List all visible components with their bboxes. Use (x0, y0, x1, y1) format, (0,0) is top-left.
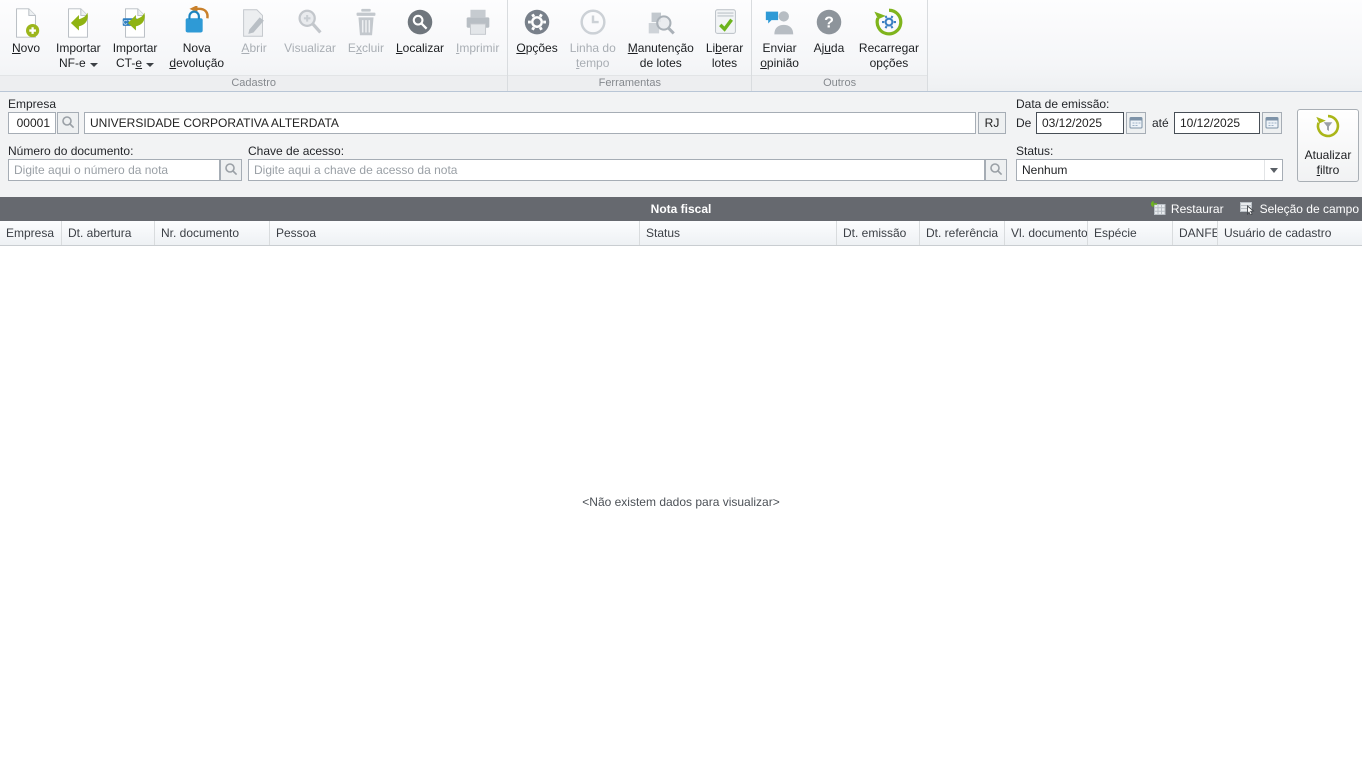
grid-header-usuario-cadastro[interactable]: Usuário de cadastro (1218, 221, 1362, 245)
ribbon-group-ferramentas: Opções Linha do tempo Manutenção de lote… (508, 0, 753, 91)
ribbon-caption-ferramentas: Ferramentas (508, 75, 752, 91)
help-icon: ? (811, 5, 847, 41)
find-icon (402, 5, 438, 41)
importar-cte-button[interactable]: CT-e ImportarCT-e (107, 2, 164, 73)
batch-maintenance-icon (643, 5, 679, 41)
ribbon-caption-outros: Outros (752, 75, 927, 91)
ribbon-toolbar: Novo Importar NF-e Importar CT-e Nova de… (0, 0, 1362, 92)
novo-button[interactable]: Novo (2, 2, 50, 73)
grid-header-status[interactable]: Status (640, 221, 837, 245)
calendar-icon (1129, 115, 1143, 132)
recarregar-opcoes-button[interactable]: Recarregar opções (853, 2, 925, 73)
abrir-button: Abrir (230, 2, 278, 73)
grid-header-dt-abertura[interactable]: Dt. abertura (62, 221, 155, 245)
grid-header-row: Empresa Dt. abertura Nr. documento Pesso… (0, 221, 1362, 246)
status-value: Nenhum (1022, 163, 1068, 177)
dropdown-caret-icon (89, 63, 98, 67)
numero-documento-label: Número do documento: (8, 144, 134, 158)
status-label: Status: (1016, 144, 1054, 158)
filter-panel: Empresa UNIVERSIDADE CORPORATIVA ALTERDA… (0, 92, 1362, 197)
ribbon-group-outros: Enviar opinião ? Ajuda Recarregar opções… (752, 0, 928, 91)
return-bag-icon (179, 5, 215, 41)
trash-icon (348, 5, 384, 41)
empty-data-message: <Não existem dados para visualizar> (582, 494, 780, 509)
chave-acesso-input[interactable] (248, 159, 985, 181)
dropdown-caret-icon (146, 63, 155, 67)
linha-do-tempo-button: Linha do tempo (564, 2, 622, 73)
printer-icon (460, 5, 496, 41)
chevron-down-icon (1269, 167, 1278, 173)
grid-header-especie[interactable]: Espécie (1088, 221, 1173, 245)
opcoes-button[interactable]: Opções (510, 2, 563, 73)
date-from-input[interactable] (1036, 112, 1124, 134)
options-gear-icon (519, 5, 555, 41)
calendar-icon (1265, 115, 1279, 132)
search-icon (224, 162, 238, 179)
open-edit-icon (236, 5, 272, 41)
refresh-filter-icon (1315, 113, 1341, 143)
field-selection-icon (1239, 201, 1255, 218)
grid-header-danfe[interactable]: DANFE (1173, 221, 1218, 245)
date-until-label: até (1152, 116, 1169, 130)
status-select[interactable]: Nenhum (1016, 159, 1283, 181)
empresa-search-button[interactable] (57, 112, 79, 134)
release-batch-icon (707, 5, 743, 41)
visualizar-button: Visualizar (278, 2, 342, 73)
ribbon-empty-space (928, 0, 1362, 91)
date-until-calendar-button[interactable] (1262, 112, 1282, 134)
date-from-calendar-button[interactable] (1126, 112, 1146, 134)
grid-body: <Não existem dados para visualizar> (0, 246, 1362, 757)
grid-header-dt-referencia[interactable]: Dt. referência (920, 221, 1005, 245)
grid-header-empresa[interactable]: Empresa (0, 221, 62, 245)
grid-header-nr-documento[interactable]: Nr. documento (155, 221, 270, 245)
chave-acesso-label: Chave de acesso: (248, 144, 345, 158)
grid-titlebar: Nota fiscal Restaurar Seleção de campo (0, 197, 1362, 221)
new-document-icon (8, 5, 44, 41)
import-nfe-icon (60, 5, 96, 41)
grid-title: Nota fiscal (650, 202, 712, 216)
excluir-button: Excluir (342, 2, 390, 73)
atualizar-filtro-button[interactable]: Atualizar filtro (1297, 109, 1359, 182)
importar-nfe-button[interactable]: Importar NF-e (50, 2, 107, 73)
liberar-lotes-button[interactable]: Liberar lotes (700, 2, 749, 73)
imprimir-button: Imprimir (450, 2, 505, 73)
grid-header-vl-documento[interactable]: Vl. documento (1005, 221, 1088, 245)
empresa-uf-field: RJ (978, 112, 1006, 134)
ribbon-group-cadastro: Novo Importar NF-e Importar CT-e Nova de… (0, 0, 509, 91)
empresa-label: Empresa (8, 97, 57, 111)
restore-grid-icon (1149, 200, 1166, 218)
date-from-label: De (1016, 116, 1032, 130)
grid-header-pessoa[interactable]: Pessoa (270, 221, 640, 245)
timeline-clock-icon (575, 5, 611, 41)
ribbon-caption-cadastro: Cadastro (0, 75, 508, 91)
data-emissao-label: Data de emissão: (1016, 97, 1110, 111)
empresa-code-input[interactable] (8, 112, 56, 134)
numero-search-button[interactable] (220, 159, 242, 181)
preview-zoom-icon (292, 5, 328, 41)
search-icon (61, 115, 75, 132)
feedback-person-icon (762, 5, 798, 41)
selecao-de-campo-button[interactable]: Seleção de campo (1239, 201, 1359, 218)
manutencao-de-lotes-button[interactable]: Manutenção de lotes (622, 2, 700, 73)
svg-text:?: ? (824, 14, 834, 32)
grid-header-dt-emissao[interactable]: Dt. emissão (837, 221, 920, 245)
date-until-input[interactable] (1174, 112, 1260, 134)
chave-search-button[interactable] (985, 159, 1007, 181)
reload-options-icon (871, 5, 907, 41)
import-cte-icon: CT-e (117, 5, 153, 41)
status-dropdown-button[interactable] (1264, 160, 1282, 180)
nota-fiscal-window: Novo Importar NF-e Importar CT-e Nova de… (0, 0, 1362, 757)
localizar-button[interactable]: Localizar (390, 2, 450, 73)
restaurar-button[interactable]: Restaurar (1149, 200, 1224, 218)
search-icon (989, 162, 1003, 179)
numero-documento-input[interactable] (8, 159, 220, 181)
enviar-opiniao-button[interactable]: Enviar opinião (754, 2, 805, 73)
empresa-name-field: UNIVERSIDADE CORPORATIVA ALTERDATA (84, 112, 976, 134)
ajuda-button[interactable]: ? Ajuda (805, 2, 853, 73)
nova-devolucao-button[interactable]: Nova devolução (163, 2, 230, 73)
